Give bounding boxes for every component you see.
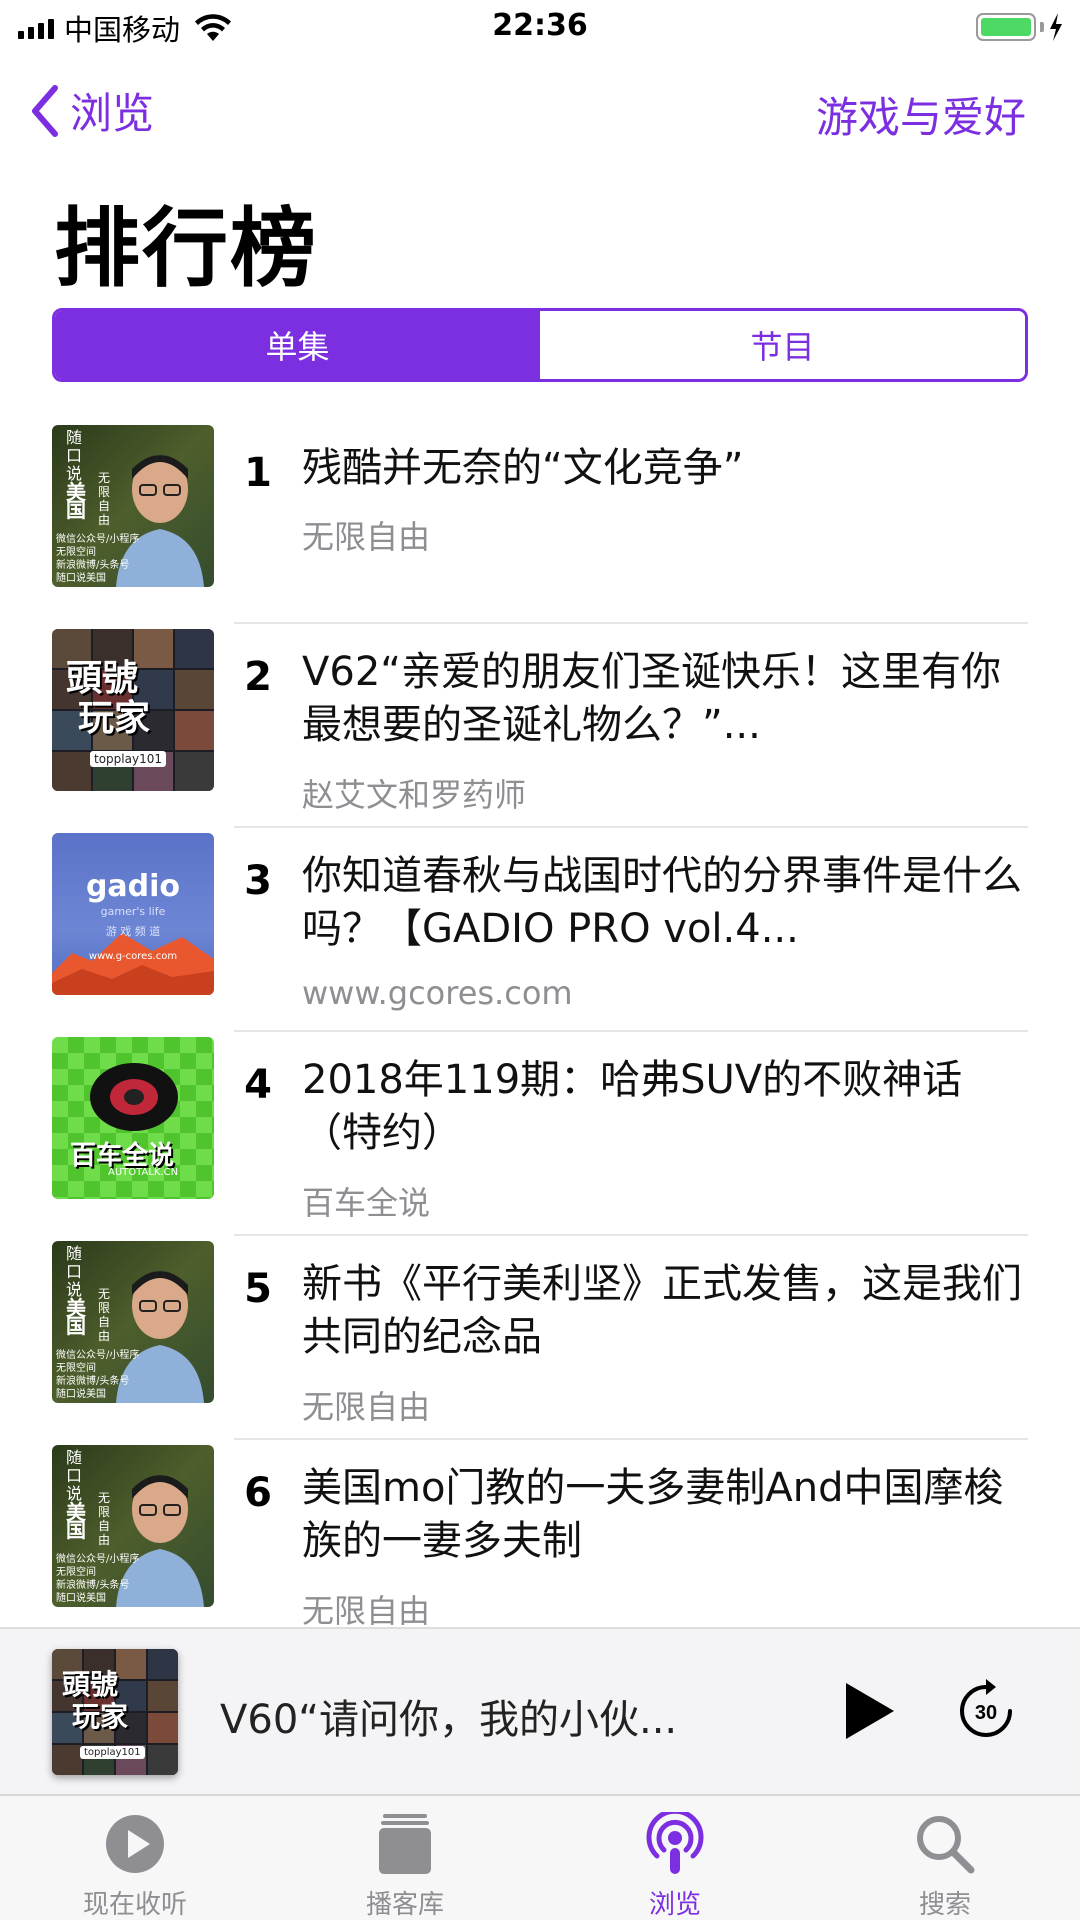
- screen: 中国移动 22:36 浏览 游戏与爱好 排行榜 单集 节目 随 口 说 美 国 …: [0, 0, 1080, 1920]
- episode-title: V62“亲爱的朋友们圣诞快乐！这里有你最想要的圣诞礼物么？”...: [302, 649, 1001, 748]
- list-item[interactable]: 随口说美国 无限自由 微信公众号/小程序 无限空间 新浪微博/头条号 随口说美国 1 …: [0, 420, 1080, 624]
- podcast-author: 无限自由: [302, 518, 431, 556]
- episode-list: 随口说美国 无限自由 微信公众号/小程序 无限空间 新浪微博/头条号 随口说美国 1 …: [0, 420, 1080, 1644]
- category-link[interactable]: 游戏与爱好: [816, 84, 1026, 145]
- navigation-bar: 浏览 游戏与爱好: [0, 70, 1080, 150]
- rank-number: 6: [244, 1470, 272, 1516]
- skip-interval: 30: [975, 1702, 997, 1724]
- charging-bolt-icon: [1050, 13, 1062, 41]
- list-item[interactable]: 頭號 玩家 topplay101 2 V62“亲爱的朋友们圣诞快乐！这里有你最想…: [0, 624, 1080, 828]
- podcast-artwork: 随口说美国 无限自由 微信公众号/小程序 无限空间 新浪微博/头条号 随口说美国: [52, 1445, 214, 1607]
- back-label: 浏览: [70, 89, 155, 138]
- artwork-url: www.g-cores.com: [88, 951, 178, 962]
- tab-label: 搜索: [918, 1890, 971, 1920]
- tire-icon: [90, 1063, 178, 1131]
- segment-shows[interactable]: 节目: [540, 311, 1025, 379]
- page-title: 排行榜: [54, 199, 318, 299]
- podcast-artwork: 百车全说 AUTOTALK.CN: [52, 1037, 214, 1199]
- library-icon: [379, 1814, 431, 1874]
- artwork-side-text: 无限自由: [98, 471, 111, 527]
- tab-label: 播客库: [365, 1890, 444, 1920]
- artwork-title: 随口说美国: [66, 428, 86, 522]
- artwork-footer: 微信公众号/小程序 无限空间 新浪微博/头条号 随口说美国: [56, 1350, 140, 1400]
- artwork-title: 随口说美国: [66, 1448, 86, 1542]
- chevron-left-icon: [32, 84, 58, 137]
- artwork-footer: 微信公众号/小程序 无限空间 新浪微博/头条号 随口说美国: [56, 1554, 140, 1604]
- artwork-tag: topplay101: [80, 1746, 145, 1759]
- mini-player[interactable]: 頭號 玩家 topplay101 V60“请问你，我的小伙... 30: [0, 1627, 1080, 1794]
- podcast-artwork: 随口说美国 无限自由 微信公众号/小程序 无限空间 新浪微博/头条号 随口说美国: [52, 1241, 214, 1403]
- tab-label: 现在收听: [82, 1890, 187, 1920]
- artwork-logo: 頭號 玩家: [66, 658, 151, 739]
- now-playing-title[interactable]: V60“请问你，我的小伙...: [220, 1687, 760, 1745]
- play-icon[interactable]: [838, 1679, 898, 1743]
- tab-listen-now[interactable]: 现在收听: [0, 1796, 270, 1920]
- rank-number: 1: [244, 450, 272, 496]
- podcast-author: www.gcores.com: [302, 974, 573, 1012]
- podcast-author: 赵艾文和罗药师: [302, 776, 527, 814]
- artwork-side-text: 无限自由: [98, 1491, 111, 1547]
- podcast-artwork: gadio gamer's life 游 戏 频 道 www.g-cores.c…: [52, 833, 214, 995]
- rank-number: 3: [244, 858, 272, 904]
- segment-episodes[interactable]: 单集: [55, 311, 540, 379]
- artwork-subtitle-cn: 游 戏 频 道: [105, 925, 161, 938]
- artwork-logo: gadio: [85, 869, 181, 904]
- play-circle-icon: [106, 1815, 164, 1873]
- segmented-control: 单集 节目: [52, 308, 1028, 382]
- podcast-author: 百车全说: [302, 1184, 431, 1222]
- episode-title: 2018年119期：哈弗SUV的不败神话（特约）: [302, 1057, 963, 1156]
- artwork-title: 随口说美国: [66, 1244, 86, 1338]
- artwork-logo: 頭號 玩家: [62, 1668, 129, 1733]
- tab-search[interactable]: 搜索: [810, 1796, 1080, 1920]
- tab-bar: 现在收听 播客库 浏览 搜索: [0, 1794, 1080, 1920]
- podcast-artwork: 随口说美国 无限自由 微信公众号/小程序 无限空间 新浪微博/头条号 随口说美国: [52, 425, 214, 587]
- rank-number: 2: [244, 654, 272, 700]
- list-item[interactable]: gadio gamer's life 游 戏 频 道 www.g-cores.c…: [0, 828, 1080, 1032]
- episode-title: 新书《平行美利坚》正式发售，这是我们共同的纪念品: [302, 1261, 1022, 1360]
- tab-label: 浏览: [648, 1890, 701, 1920]
- list-item[interactable]: 随口说美国 无限自由 微信公众号/小程序 无限空间 新浪微博/头条号 随口说美国 5 …: [0, 1236, 1080, 1440]
- battery-icon: [976, 13, 1036, 41]
- podcast-artwork: 頭號 玩家 topplay101: [52, 629, 214, 791]
- episode-title: 残酷并无奈的“文化竞争”: [302, 445, 744, 491]
- list-item[interactable]: 百车全说 AUTOTALK.CN 4 2018年119期：哈弗SUV的不败神话（…: [0, 1032, 1080, 1236]
- list-item[interactable]: 随口说美国 无限自由 微信公众号/小程序 无限空间 新浪微博/头条号 随口说美国 6 …: [0, 1440, 1080, 1644]
- tab-library[interactable]: 播客库: [270, 1796, 540, 1920]
- rank-number: 5: [244, 1266, 272, 1312]
- now-playing-artwork[interactable]: 頭號 玩家 topplay101: [52, 1649, 178, 1775]
- artwork-footer: 微信公众号/小程序 无限空间 新浪微博/头条号 随口说美国: [56, 534, 140, 584]
- episode-title: 美国mo门教的一夫多妻制And中国摩梭族的一妻多夫制: [302, 1465, 1004, 1564]
- artwork-side-text: 无限自由: [98, 1287, 111, 1343]
- artwork-subtitle: gamer's life: [100, 905, 166, 918]
- skip-forward-30-icon[interactable]: 30: [956, 1677, 1016, 1741]
- artwork-tag: topplay101: [90, 751, 166, 767]
- back-button[interactable]: 浏览: [30, 80, 154, 141]
- podcast-author: 无限自由: [302, 1388, 431, 1426]
- podcast-author: 无限自由: [302, 1592, 431, 1630]
- search-icon: [917, 1816, 975, 1874]
- artwork-url: AUTOTALK.CN: [108, 1167, 179, 1178]
- status-time: 22:36: [492, 8, 588, 43]
- tab-browse[interactable]: 浏览: [540, 1796, 810, 1920]
- podcast-icon: [646, 1812, 704, 1874]
- rank-number: 4: [244, 1062, 272, 1108]
- status-bar: 中国移动 22:36: [0, 0, 1080, 56]
- battery-cap: [1040, 22, 1044, 32]
- episode-title: 你知道春秋与战国时代的分界事件是什么吗？【GADIO PRO vol.4...: [302, 853, 1022, 952]
- status-right: [976, 10, 1064, 44]
